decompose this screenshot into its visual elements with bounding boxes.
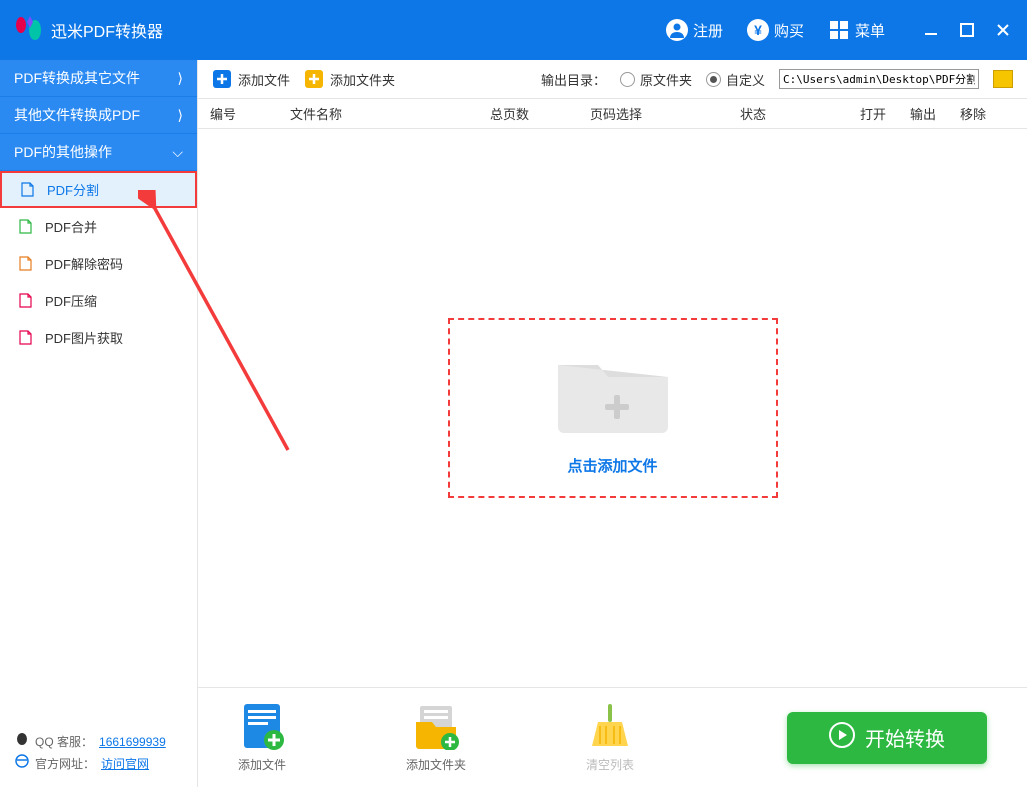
th-total-pages: 总页数 xyxy=(478,104,578,123)
app-logo-icon xyxy=(15,15,45,45)
bottom-add-folder-label: 添加文件夹 xyxy=(406,756,466,773)
th-filename: 文件名称 xyxy=(278,104,478,123)
th-remove: 移除 xyxy=(948,104,998,123)
menu-label: 菜单 xyxy=(855,20,885,41)
bottom-add-file-button[interactable]: 添加文件 xyxy=(238,702,286,773)
sidebar-item-label: PDF图片获取 xyxy=(45,328,123,347)
sidebar-item-pdf-split[interactable]: PDF分割 xyxy=(0,171,197,208)
output-dir-label: 输出目录： xyxy=(541,70,606,89)
sidebar-item-pdf-merge[interactable]: PDF合并 xyxy=(0,208,197,245)
sidebar-group-label: PDF转换成其它文件 xyxy=(14,68,140,88)
radio-source-label: 原文件夹 xyxy=(640,70,692,89)
add-file-icon xyxy=(212,69,232,89)
radio-icon xyxy=(620,72,635,87)
bottom-add-folder-button[interactable]: 添加文件夹 xyxy=(406,702,466,773)
ie-icon xyxy=(15,753,29,775)
radio-icon xyxy=(706,72,721,87)
register-button[interactable]: 注册 xyxy=(654,19,735,41)
app-title: 迅米PDF转换器 xyxy=(51,18,163,42)
maximize-button[interactable] xyxy=(958,21,976,39)
output-path-input[interactable] xyxy=(779,69,979,89)
site-label: 官方网址： xyxy=(35,753,95,775)
buy-label: 购买 xyxy=(774,20,804,41)
qq-icon xyxy=(15,731,29,753)
th-number: 编号 xyxy=(198,104,278,123)
user-icon xyxy=(666,19,688,41)
th-page-select: 页码选择 xyxy=(578,104,728,123)
chevron-right-icon: ⟩ xyxy=(178,107,183,124)
radio-custom-label: 自定义 xyxy=(726,70,765,89)
register-label: 注册 xyxy=(693,20,723,41)
grid-icon xyxy=(828,19,850,41)
bottom-add-file-label: 添加文件 xyxy=(238,756,286,773)
start-convert-label: 开始转换 xyxy=(865,723,945,752)
sidebar-group-label: PDF的其他操作 xyxy=(14,142,112,162)
radio-custom-folder[interactable]: 自定义 xyxy=(706,70,765,89)
chevron-down-icon: ⌵ xyxy=(172,144,183,161)
table-header: 编号 文件名称 总页数 页码选择 状态 打开 输出 移除 xyxy=(198,99,1027,129)
minimize-button[interactable] xyxy=(922,21,940,39)
sidebar-group-other-to-pdf[interactable]: 其他文件转换成PDF ⟩ xyxy=(0,97,197,134)
dropzone[interactable]: 点击添加文件 xyxy=(448,318,778,498)
folder-add-icon xyxy=(543,340,683,445)
sidebar-item-label: PDF解除密码 xyxy=(45,254,123,273)
svg-text:¥: ¥ xyxy=(754,22,762,38)
start-convert-button[interactable]: 开始转换 xyxy=(787,712,987,764)
th-open: 打开 xyxy=(848,104,898,123)
th-output: 输出 xyxy=(898,104,948,123)
menu-button[interactable]: 菜单 xyxy=(816,19,897,41)
qq-value-link[interactable]: 1661699939 xyxy=(99,731,166,753)
sidebar-group-pdf-to-other[interactable]: PDF转换成其它文件 ⟩ xyxy=(0,60,197,97)
pdf-icon xyxy=(18,330,33,345)
yen-icon: ¥ xyxy=(747,19,769,41)
pdf-icon xyxy=(18,256,33,271)
add-folder-icon xyxy=(304,69,324,89)
add-folder-label: 添加文件夹 xyxy=(330,70,395,89)
content: 添加文件 添加文件夹 输出目录： 原文件夹 自定义 xyxy=(198,60,1027,787)
chevron-right-icon: ⟩ xyxy=(178,70,183,87)
sidebar-item-label: PDF压缩 xyxy=(45,291,97,310)
app-logo: 迅米PDF转换器 xyxy=(15,15,163,45)
pdf-icon xyxy=(18,219,33,234)
play-icon xyxy=(829,722,855,754)
sidebar-item-label: PDF分割 xyxy=(47,180,99,199)
add-file-large-icon xyxy=(238,702,286,750)
sidebar-group-label: 其他文件转换成PDF xyxy=(14,105,140,125)
site-link[interactable]: 访问官网 xyxy=(101,753,149,775)
pdf-icon xyxy=(18,293,33,308)
browse-folder-button[interactable] xyxy=(993,70,1013,88)
add-folder-large-icon xyxy=(412,702,460,750)
add-file-button[interactable]: 添加文件 xyxy=(212,69,290,89)
toolbar: 添加文件 添加文件夹 输出目录： 原文件夹 自定义 xyxy=(198,60,1027,99)
sidebar-item-pdf-compress[interactable]: PDF压缩 xyxy=(0,282,197,319)
qq-label: QQ 客服： xyxy=(35,731,93,753)
th-status: 状态 xyxy=(728,104,848,123)
add-folder-button[interactable]: 添加文件夹 xyxy=(304,69,395,89)
window-controls xyxy=(922,21,1012,39)
bottom-bar: 添加文件 添加文件夹 清空列表 开始转换 xyxy=(198,687,1027,787)
radio-source-folder[interactable]: 原文件夹 xyxy=(620,70,692,89)
sidebar-item-pdf-unlock[interactable]: PDF解除密码 xyxy=(0,245,197,282)
pdf-icon xyxy=(20,182,35,197)
buy-button[interactable]: ¥ 购买 xyxy=(735,19,816,41)
broom-icon xyxy=(586,702,634,750)
sidebar: PDF转换成其它文件 ⟩ 其他文件转换成PDF ⟩ PDF的其他操作 ⌵ PDF… xyxy=(0,60,198,787)
dropzone-label: 点击添加文件 xyxy=(567,455,657,476)
titlebar: 迅米PDF转换器 注册 ¥ 购买 菜单 xyxy=(0,0,1027,60)
sidebar-group-pdf-other-ops[interactable]: PDF的其他操作 ⌵ xyxy=(0,134,197,171)
sidebar-footer: QQ 客服： 1661699939 官方网址： 访问官网 xyxy=(0,719,197,787)
add-file-label: 添加文件 xyxy=(238,70,290,89)
sidebar-item-pdf-extract-images[interactable]: PDF图片获取 xyxy=(0,319,197,356)
bottom-clear-button[interactable]: 清空列表 xyxy=(586,702,634,773)
sidebar-item-label: PDF合并 xyxy=(45,217,97,236)
bottom-clear-label: 清空列表 xyxy=(586,756,634,773)
close-button[interactable] xyxy=(994,21,1012,39)
